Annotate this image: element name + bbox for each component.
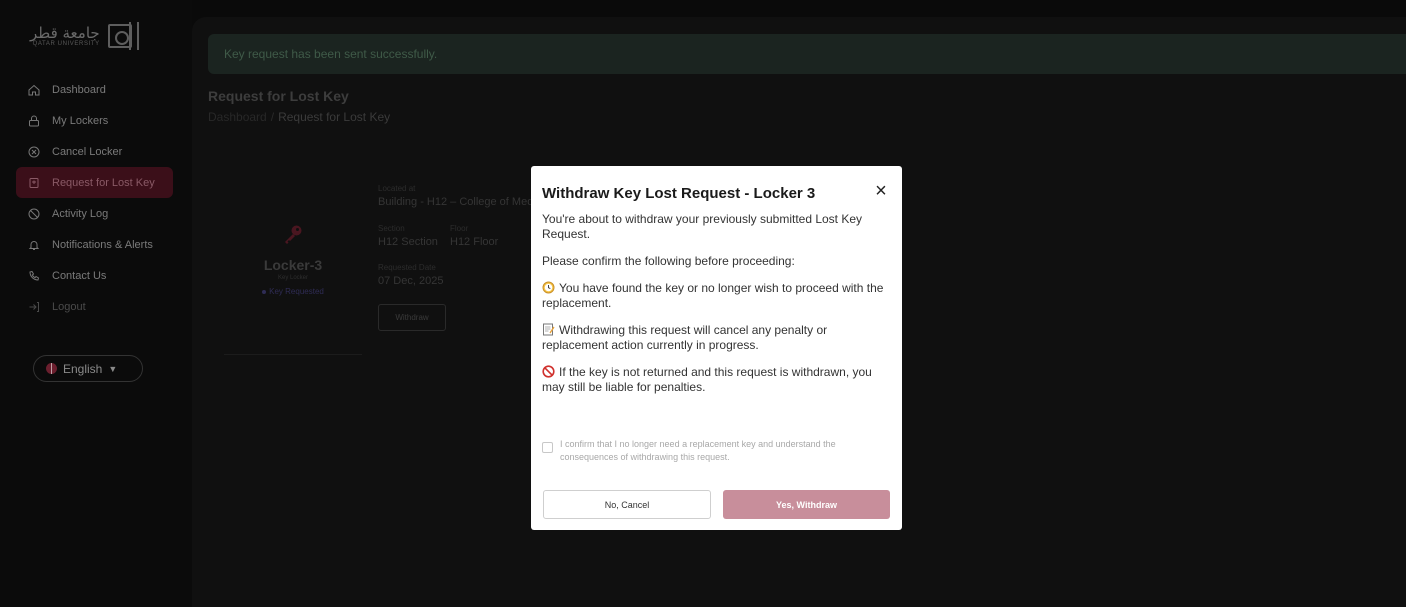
withdraw-modal: Withdraw Key Lost Request - Locker 3 × Y… (531, 166, 902, 530)
yes-withdraw-button[interactable]: Yes, Withdraw (723, 490, 890, 519)
language-label: English (63, 361, 103, 376)
close-icon[interactable]: × (871, 181, 891, 201)
key-icon (285, 225, 302, 244)
breadcrumb: Dashboard / Request for Lost Key (208, 110, 390, 124)
requested-date-label: Requested Date (378, 263, 436, 272)
modal-title: Withdraw Key Lost Request - Locker 3 (542, 185, 816, 202)
section-value: H12 Section (378, 236, 438, 248)
modal-point-penalty: If the key is not returned and this requ… (542, 365, 892, 395)
section-label: Section (378, 224, 405, 233)
located-value: Building - H12 – College of Medic (378, 196, 542, 208)
sidebar-item-notifications[interactable]: Notifications & Alerts (16, 229, 173, 260)
breadcrumb-dashboard-link[interactable]: Dashboard (208, 110, 267, 124)
sidebar-item-logout[interactable]: Logout (16, 291, 173, 322)
floor-info: Floor H12 Floor (450, 224, 498, 248)
sidebar-item-request-lost-key[interactable]: Request for Lost Key (16, 167, 173, 198)
locker-status-badge: Key Requested (224, 287, 362, 296)
requested-date-value: 07 Dec, 2025 (378, 275, 444, 287)
language-selector[interactable]: English ▼ (33, 355, 143, 382)
locker-card: Locker-3 Key Locker Key Requested (224, 165, 362, 355)
sidebar-item-label: Logout (52, 300, 86, 313)
sidebar-item-contact-us[interactable]: Contact Us (16, 260, 173, 291)
located-label: Located at (378, 184, 416, 193)
floor-value: H12 Floor (450, 236, 499, 248)
sidebar: جامعة قطر QATAR UNIVERSITY Dashboard My … (0, 0, 192, 607)
modal-prompt: Please confirm the following before proc… (542, 254, 795, 268)
sidebar-item-label: Notifications & Alerts (52, 238, 153, 251)
located-info: Located at Building - H12 – College of M… (378, 184, 541, 208)
lock-icon (28, 115, 40, 127)
home-icon (28, 84, 40, 96)
point-text: Withdrawing this request will cancel any… (542, 323, 828, 352)
requested-date-info: Requested Date 07 Dec, 2025 (378, 263, 443, 287)
logo-english-text: QATAR UNIVERSITY (32, 41, 100, 47)
university-logo[interactable]: جامعة قطر QATAR UNIVERSITY (30, 22, 139, 50)
point-text: If the key is not returned and this requ… (542, 365, 872, 394)
modal-point-found: You have found the key or no longer wish… (542, 281, 892, 311)
phone-icon (28, 270, 40, 282)
modal-body: You're about to withdraw your previously… (542, 212, 892, 407)
sidebar-item-label: Contact Us (52, 269, 107, 282)
section-info: Section H12 Section (378, 224, 438, 248)
modal-intro: You're about to withdraw your previously… (542, 212, 863, 241)
memo-icon (543, 323, 555, 336)
status-dot-icon (262, 289, 267, 294)
confirm-checkbox-row[interactable]: I confirm that I no longer need a replac… (542, 438, 892, 464)
logo-arabic-text: جامعة قطر (30, 24, 100, 42)
logo-mark-icon (107, 22, 139, 50)
page-title: Request for Lost Key (208, 88, 349, 104)
point-text: You have found the key or no longer wish… (542, 281, 884, 310)
chevron-down-icon: ▼ (108, 363, 118, 374)
breadcrumb-separator: / (270, 110, 275, 124)
prohibited-icon (542, 365, 555, 378)
no-cancel-button[interactable]: No, Cancel (543, 490, 711, 519)
key-request-icon (28, 177, 40, 189)
sidebar-item-label: Dashboard (52, 83, 106, 96)
sidebar-item-label: Activity Log (52, 207, 109, 220)
cancel-circle-icon (28, 146, 40, 158)
locker-type: Key Locker (277, 275, 308, 281)
sidebar-item-label: Request for Lost Key (52, 176, 155, 189)
locker-name: Locker-3 (263, 257, 323, 273)
sidebar-item-activity-log[interactable]: Activity Log (16, 198, 173, 229)
withdraw-button[interactable]: Withdraw (378, 304, 446, 331)
history-icon (28, 208, 40, 220)
logout-icon (28, 301, 40, 313)
locker-status-text: Key Requested (269, 287, 324, 296)
sidebar-item-label: My Lockers (52, 114, 109, 127)
sidebar-item-cancel-locker[interactable]: Cancel Locker (16, 136, 173, 167)
bell-icon (28, 239, 40, 251)
breadcrumb-current: Request for Lost Key (278, 110, 391, 124)
sidebar-nav: Dashboard My Lockers Cancel Locker Reque… (16, 74, 173, 322)
sidebar-item-my-lockers[interactable]: My Lockers (16, 105, 173, 136)
sidebar-item-dashboard[interactable]: Dashboard (16, 74, 173, 105)
sidebar-item-label: Cancel Locker (52, 145, 123, 158)
modal-point-cancel: Withdrawing this request will cancel any… (542, 323, 892, 353)
floor-label: Floor (450, 224, 469, 233)
alert-message: Key request has been sent successfully. (224, 47, 438, 61)
success-alert: Key request has been sent successfully. (208, 34, 1406, 74)
clock-icon (542, 281, 555, 294)
confirm-checkbox[interactable] (542, 442, 553, 453)
confirm-text: I confirm that I no longer need a replac… (560, 439, 836, 462)
flag-icon (46, 363, 57, 374)
